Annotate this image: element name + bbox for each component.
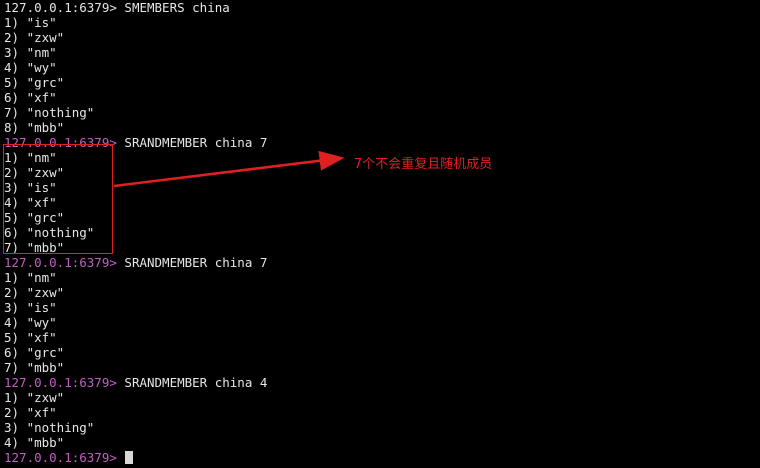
command-text: SRANDMEMBER china 7 bbox=[116, 255, 268, 270]
output-line: 1) "is" bbox=[4, 15, 57, 30]
output-line: 2) "xf" bbox=[4, 405, 57, 420]
prompt-host: 127.0.0.1:6379> bbox=[4, 255, 117, 270]
output-line: 7) "mbb" bbox=[4, 360, 65, 375]
output-line: 7) "mbb" bbox=[4, 240, 65, 255]
output-line: 6) "grc" bbox=[4, 345, 65, 360]
prompt-host: 127.0.0.1:6379> bbox=[4, 375, 117, 390]
output-line: 2) "zxw" bbox=[4, 30, 65, 45]
output-line: 4) "wy" bbox=[4, 315, 57, 330]
output-line: 4) "wy" bbox=[4, 60, 57, 75]
prompt-line: 127.0.0.1:6379> bbox=[4, 450, 760, 465]
prompt-line: 127.0.0.1:6379> SRANDMEMBER china 7 bbox=[4, 255, 760, 270]
output-line: 3) "nm" bbox=[4, 45, 57, 60]
prompt-line: 127.0.0.1:6379> SRANDMEMBER china 4 bbox=[4, 375, 760, 390]
output-line: 5) "grc" bbox=[4, 210, 65, 225]
prompt-host: 127.0.0.1:6379> bbox=[4, 450, 117, 465]
command-text bbox=[117, 450, 125, 465]
output-line: 7) "nothing" bbox=[4, 105, 95, 120]
output-line: 3) "is" bbox=[4, 180, 57, 195]
output-line: 1) "zxw" bbox=[4, 390, 65, 405]
output-line: 4) "mbb" bbox=[4, 435, 65, 450]
output-line: 6) "xf" bbox=[4, 90, 57, 105]
cursor[interactable] bbox=[125, 451, 134, 464]
prompt-line: 127.0.0.1:6379> SRANDMEMBER china 7 bbox=[4, 135, 760, 150]
output-line: 4) "xf" bbox=[4, 195, 57, 210]
output-line: 6) "nothing" bbox=[4, 225, 95, 240]
annotation-label: 7个不会重复且随机成员 bbox=[354, 157, 493, 172]
terminal-output[interactable]: 127.0.0.1:6379> SMEMBERS china 1) "is" 2) … bbox=[4, 0, 760, 465]
output-line: 3) "is" bbox=[4, 300, 57, 315]
prompt-line: 127.0.0.1:6379> SMEMBERS china bbox=[4, 0, 760, 15]
command-text: SRANDMEMBER china 7 bbox=[116, 135, 268, 150]
output-line: 5) "grc" bbox=[4, 75, 65, 90]
command-text: SMEMBERS china bbox=[116, 0, 230, 15]
output-line: 2) "zxw" bbox=[4, 285, 65, 300]
output-line: 8) "mbb" bbox=[4, 120, 65, 135]
command-text: SRANDMEMBER china 4 bbox=[116, 375, 268, 390]
prompt-host: 127.0.0.1:6379> bbox=[4, 0, 117, 15]
output-line: 1) "nm" bbox=[4, 270, 57, 285]
output-line: 3) "nothing" bbox=[4, 420, 95, 435]
output-line: 5) "xf" bbox=[4, 330, 57, 345]
highlight-box bbox=[3, 144, 113, 254]
